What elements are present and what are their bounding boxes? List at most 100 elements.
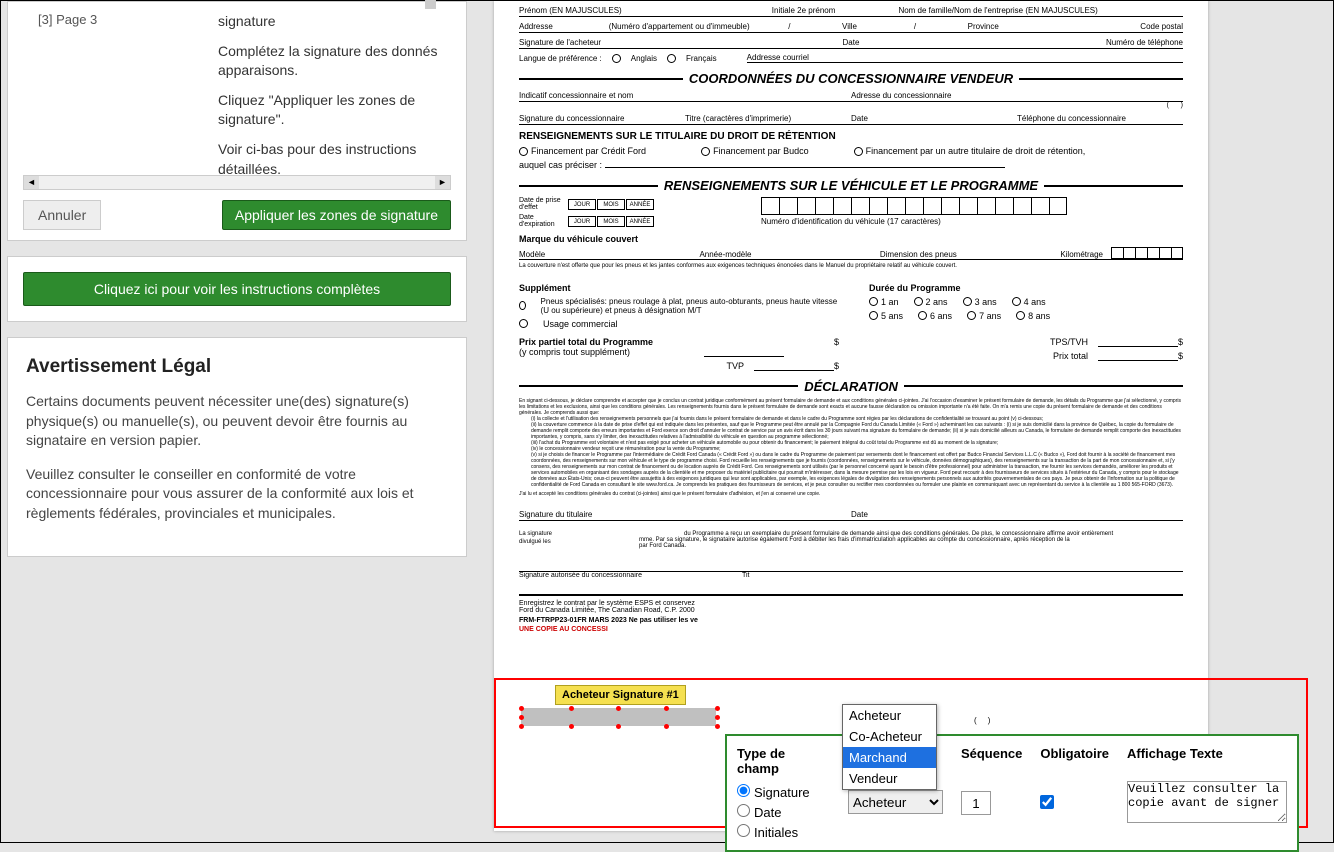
field-label: auquel cas préciser : (519, 160, 1183, 170)
field-label: Dimension des pneus (880, 250, 1052, 259)
field-label: Date (851, 114, 1017, 123)
radio-icon (701, 147, 710, 156)
option-label: Financement par Crédit Ford (531, 146, 646, 156)
apply-signature-zones-button[interactable]: Appliquer les zones de signature (222, 200, 451, 230)
popup-label: Affichage Texte (1127, 746, 1287, 761)
sub-header: Marque du véhicule couvert (519, 234, 1183, 244)
radio-date[interactable]: Date (737, 804, 830, 820)
instr-line: Complétez la signature des donnés appara… (218, 42, 451, 81)
page-nav-item[interactable]: [3] Page 3 (38, 12, 97, 27)
full-instructions-button[interactable]: Cliquez ici pour voir les instructions c… (23, 272, 451, 306)
option-label: Anglais (631, 54, 657, 63)
date-cell: MOIS (597, 199, 625, 210)
field-label: Signature de l'acheteur (519, 38, 740, 47)
popup-label: Séquence (961, 746, 1022, 761)
dropdown-item-acheteur[interactable]: Acheteur (843, 705, 936, 726)
legal-warning-box: Avertissement Légal Certains documents p… (7, 337, 467, 557)
radio-icon (914, 297, 923, 306)
field-label: Numéro de téléphone (962, 38, 1183, 47)
field-label: Modèle (519, 250, 691, 259)
sequence-input[interactable] (961, 791, 991, 815)
instr-line: Cliquez "Appliquer les zones de signatur… (218, 91, 451, 130)
role-select[interactable]: Acheteur (848, 790, 943, 814)
doc-text: Enregistrez le contrat par le système ES… (519, 600, 1183, 607)
radio-icon (854, 147, 863, 156)
radio-icon (918, 311, 927, 320)
option-label: Pneus spécialisés: pneus roulage à plat,… (541, 297, 839, 315)
field-label: Initiale 2e prénom (709, 6, 899, 15)
legal-paragraph: Veuillez consulter le conseiller en conf… (26, 465, 448, 524)
cancel-button[interactable]: Annuler (23, 200, 101, 230)
section-title: COORDONNÉES DU CONCESSIONNAIRE VENDEUR (683, 71, 1019, 86)
vin-grid (761, 197, 1067, 215)
field-label: Langue de préférence : (519, 54, 602, 63)
field-label: Addresse courriel (747, 53, 1183, 63)
radio-icon (1016, 311, 1025, 320)
radio-icon (869, 297, 878, 306)
field-label: Date de prise d'effet (519, 197, 564, 211)
radio-icon (1012, 297, 1021, 306)
field-label: Date d'expiration (519, 214, 564, 228)
field-label: Date (851, 510, 1183, 519)
legal-paragraph: Certains documents peuvent nécessiter un… (26, 392, 448, 451)
obligatory-checkbox[interactable] (1040, 795, 1054, 809)
radio-icon (869, 311, 878, 320)
date-cell: MOIS (597, 216, 625, 227)
popup-label: Obligatoire (1040, 746, 1109, 761)
radio-icon (519, 301, 526, 310)
section-title: DÉCLARATION (798, 379, 904, 394)
date-cell: JOUR (568, 216, 596, 227)
option-label: Financement par Budco (713, 146, 809, 156)
date-cell: JOUR (568, 199, 596, 210)
field-label: Ville (842, 22, 914, 31)
option-label: Usage commercial (543, 319, 618, 329)
field-label: Province (968, 22, 1076, 31)
radio-icon (612, 54, 621, 63)
radio-icon (519, 147, 528, 156)
dropdown-item-vendeur[interactable]: Vendeur (843, 768, 936, 789)
field-label: Téléphone du concessionnaire (1017, 114, 1183, 123)
scroll-right-icon[interactable]: ► (435, 176, 450, 189)
field-label: Indicatif concessionnaire et nom (519, 91, 851, 100)
radio-icon (963, 297, 972, 306)
field-label: Numéro d'identification du véhicule (17 … (761, 217, 1067, 226)
field-label: Prénom (EN MAJUSCULES) (519, 6, 709, 15)
section-title: RENSEIGNEMENTS SUR LE VÉHICULE ET LE PRO… (658, 178, 1044, 193)
field-label: Signature du titulaire (519, 510, 851, 519)
field-label: (Numéro d'appartement ou d'immeuble) (609, 22, 788, 31)
field-label: Titre (caractères d'imprimerie) (685, 114, 851, 123)
radio-initiales[interactable]: Initiales (737, 824, 830, 840)
field-label: Code postal (1075, 22, 1183, 31)
field-label: Nom de famille/Nom de l'entreprise (EN M… (898, 6, 1183, 15)
option-label: Français (686, 54, 717, 63)
declaration-body: En signant ci-dessous, je déclare compre… (519, 398, 1183, 497)
field-label: Date (740, 38, 961, 47)
field-label: Addresse (519, 22, 609, 31)
option-label: Financement par un autre titulaire de dr… (866, 146, 1086, 156)
horizontal-scrollbar[interactable]: ◄ ► (23, 175, 451, 190)
doc-text: Ford du Canada Limitée, The Canadian Roa… (519, 607, 1183, 614)
radio-icon (667, 54, 676, 63)
field-label: Année-modèle (699, 250, 871, 259)
signature-tooltip: Acheteur Signature #1 (555, 685, 686, 705)
radio-icon (519, 319, 528, 328)
field-config-popup: Type de champ Signature Date Initiales A… (725, 734, 1299, 852)
dropdown-item-coacheteur[interactable]: Co-Acheteur (843, 726, 936, 747)
document-viewer[interactable]: Prénom (EN MAJUSCULES) Initiale 2e préno… (481, 1, 1327, 836)
display-text-textarea[interactable]: Veuillez consulter la copie avant de sig… (1127, 781, 1287, 823)
date-cell: ANNÉE (626, 199, 654, 210)
field-label: Signature autorisée du concessionnaire (519, 572, 642, 579)
scrollbar-thumb[interactable] (425, 0, 436, 9)
scroll-left-icon[interactable]: ◄ (24, 176, 39, 189)
coverage-note: La couverture n'est offerte que pour les… (519, 263, 1183, 271)
sub-header: RENSEIGNEMENTS SUR LE TITULAIRE DU DROIT… (519, 131, 1183, 142)
radio-signature[interactable]: Signature (737, 784, 830, 800)
doc-text: UNE COPIE AU CONCESSI (519, 626, 1183, 633)
sub-header: Durée du Programme (869, 283, 1050, 293)
instr-line: Voir ci-bas pour des instructions détail… (218, 140, 451, 179)
dropdown-item-marchand[interactable]: Marchand (843, 747, 936, 768)
km-grid (1111, 247, 1183, 259)
field-label: Signature du concessionnaire (519, 114, 685, 123)
legal-title: Avertissement Légal (26, 356, 448, 378)
sub-header: Supplément (519, 283, 839, 293)
